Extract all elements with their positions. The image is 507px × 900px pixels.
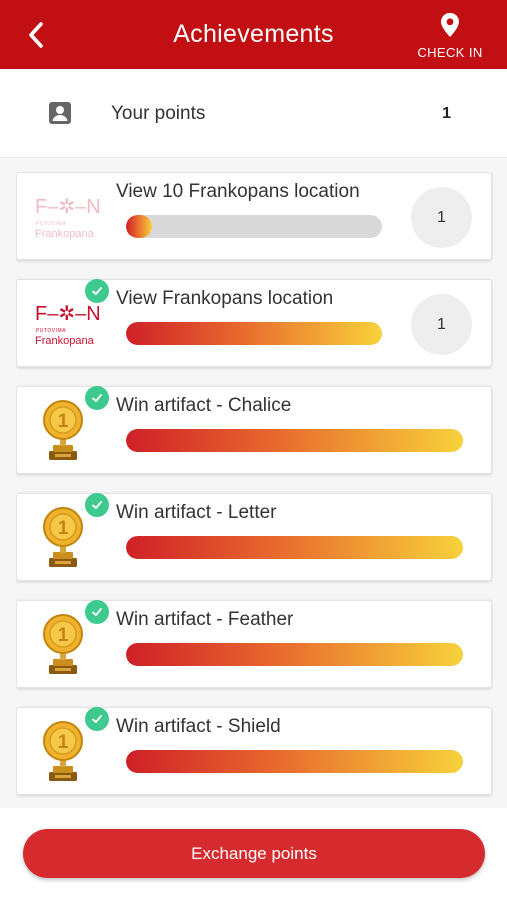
achievement-title: Win artifact - Feather <box>116 609 294 630</box>
completed-check-icon <box>85 493 109 517</box>
achievement-progress-bar <box>126 536 463 559</box>
svg-text:1: 1 <box>58 732 69 753</box>
trophy-icon: 1 <box>43 614 83 674</box>
achievement-progress-fill <box>126 429 463 452</box>
points-label: Your points <box>111 103 206 124</box>
achievement-count-badge: 1 <box>411 294 472 355</box>
achievement-card[interactable]: F–✲–N PUTOVIMA Frankopana View Frankopan… <box>16 279 492 367</box>
achievement-progress-fill <box>126 536 463 559</box>
achievement-title: View 10 Frankopans location <box>116 181 360 202</box>
logo-subtitle: PUTOVIMA <box>36 221 66 227</box>
completed-check-icon <box>85 707 109 731</box>
check-in-button[interactable]: CHECK IN <box>415 12 485 60</box>
map-pin-icon <box>441 13 459 37</box>
logo-name: Frankopana <box>35 335 95 347</box>
logo-name: Frankopana <box>35 228 95 240</box>
achievement-title: View Frankopans location <box>116 288 334 309</box>
trophy-icon: 1 <box>43 400 83 460</box>
achievement-title: Win artifact - Chalice <box>116 395 292 416</box>
frankopan-logo: F–✲–N PUTOVIMA Frankopana <box>35 303 101 347</box>
exchange-points-button[interactable]: Exchange points <box>23 829 485 878</box>
account-box-icon <box>49 102 71 124</box>
achievement-count-badge: 1 <box>411 187 472 248</box>
footer: Exchange points <box>0 808 507 900</box>
trophy-icon: 1 <box>43 721 83 781</box>
completed-check-icon <box>85 279 109 303</box>
achievement-progress-fill <box>126 750 463 773</box>
trophy-icon: 1 <box>43 507 83 567</box>
check-in-label: CHECK IN <box>417 45 483 60</box>
points-value: 1 <box>442 105 451 122</box>
completed-check-icon <box>85 386 109 410</box>
achievements-list[interactable]: F–✲–N PUTOVIMA Frankopana View 10 Franko… <box>16 172 493 808</box>
achievement-card[interactable]: 1 Win artifact - Shield <box>16 707 492 795</box>
completed-check-icon <box>85 600 109 624</box>
achievement-progress-fill <box>126 643 463 666</box>
points-row: Your points 1 <box>0 69 507 158</box>
achievement-title: Win artifact - Shield <box>116 716 281 737</box>
achievement-card[interactable]: F–✲–N PUTOVIMA Frankopana View 10 Franko… <box>16 172 492 260</box>
achievement-progress-fill <box>126 215 152 238</box>
achievement-progress-bar <box>126 322 382 345</box>
achievement-progress-bar <box>126 643 463 666</box>
app-header: Achievements CHECK IN <box>0 0 507 69</box>
svg-text:1: 1 <box>58 625 69 646</box>
achievement-progress-bar <box>126 215 382 238</box>
achievement-card[interactable]: 1 Win artifact - Feather <box>16 600 492 688</box>
achievement-title: Win artifact - Letter <box>116 502 277 523</box>
logo-subtitle: PUTOVIMA <box>36 328 66 334</box>
svg-text:1: 1 <box>58 518 69 539</box>
achievement-progress-bar <box>126 429 463 452</box>
achievement-progress-fill <box>126 322 382 345</box>
svg-text:1: 1 <box>58 411 69 432</box>
frankopan-logo: F–✲–N PUTOVIMA Frankopana <box>35 196 101 240</box>
achievement-card[interactable]: 1 Win artifact - Letter <box>16 493 492 581</box>
achievement-progress-bar <box>126 750 463 773</box>
logo-mark: F–✲–N <box>35 303 101 325</box>
achievement-card[interactable]: 1 Win artifact - Chalice <box>16 386 492 474</box>
logo-mark: F–✲–N <box>35 196 101 218</box>
